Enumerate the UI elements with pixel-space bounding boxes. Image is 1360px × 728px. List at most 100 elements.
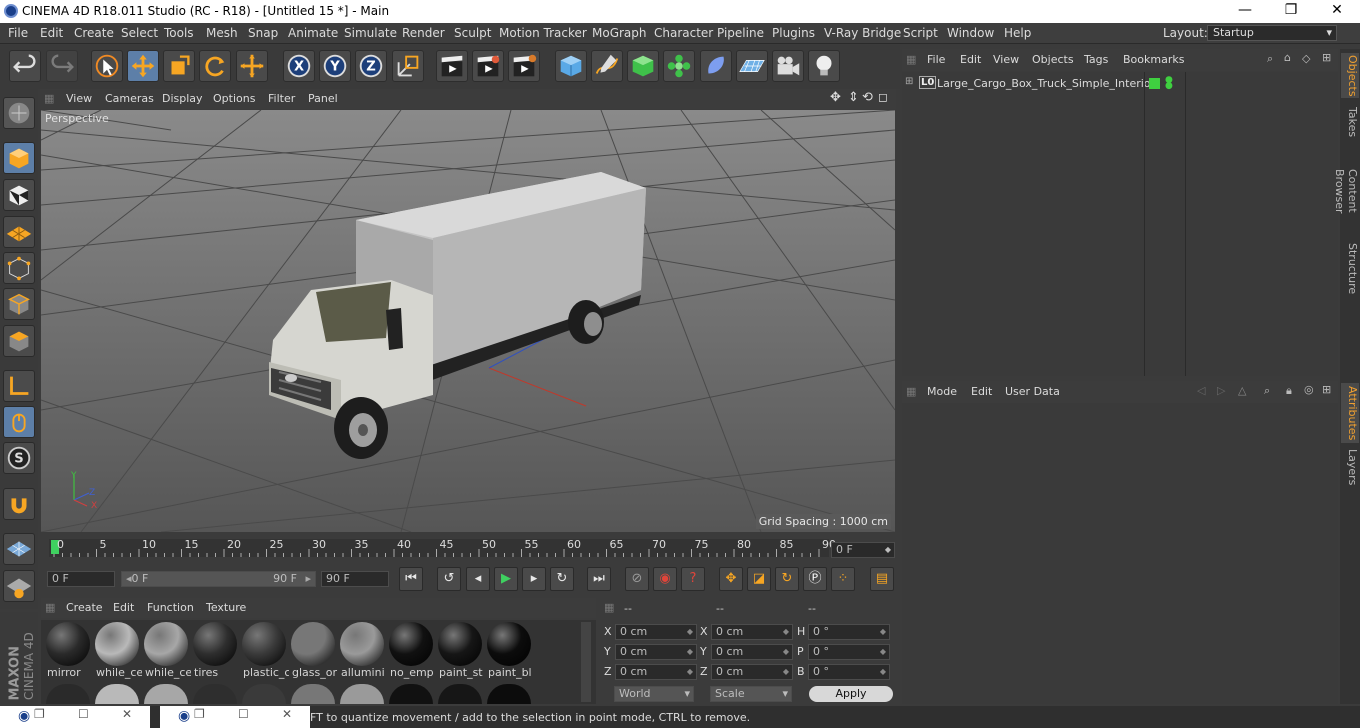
taskbar-thumbnail-2[interactable]: ◉ ❐ ☐ ✕ [160,706,310,728]
coordinate-field[interactable]: 0 cm ◆ [711,624,793,640]
menu-character[interactable]: Character [654,26,713,40]
tweak-mode-button[interactable] [3,406,35,438]
viewport-menu-view[interactable]: View [66,92,92,105]
object-menu-view[interactable]: View [993,53,1019,66]
coordinate-space-dropdown[interactable]: World ▾ [614,686,694,702]
viewport-menu-display[interactable]: Display [162,92,203,105]
viewport-pan-icon[interactable]: ✥ [830,90,841,105]
workplane-mode-button[interactable] [3,216,35,248]
attr-menu-user-data[interactable]: User Data [1005,385,1060,398]
home-icon[interactable]: ⌂ [1284,51,1291,64]
timeline-current-frame-field[interactable]: 0 F ◆ [831,542,895,558]
key-point-level-button[interactable]: ⁘ [831,567,855,591]
object-menu-objects[interactable]: Objects [1032,53,1074,66]
new-panel-icon[interactable]: ⊞ [1322,51,1331,64]
render-view-button[interactable] [436,50,468,82]
visibility-dot-icon[interactable] [1149,78,1160,89]
lock-icon[interactable]: 🔒︎ [1286,384,1292,398]
key-position-button[interactable]: ✥ [719,567,743,591]
menu-vray-bridge[interactable]: V-Ray Bridge [824,26,901,40]
menu-sculpt[interactable]: Sculpt [454,26,491,40]
expand-icon[interactable]: ⊞ [905,76,913,87]
menu-render[interactable]: Render [402,26,445,40]
menu-select[interactable]: Select [121,26,158,40]
material-preview-sphere[interactable] [193,684,237,704]
key-parameter-button[interactable]: Ⓟ [803,567,827,591]
render-picture-viewer-button[interactable] [472,50,504,82]
axis-mode-button[interactable] [3,370,35,402]
drag-handle-icon[interactable]: ▦ [906,385,916,398]
model-mode-button[interactable] [3,142,35,174]
go-to-start-button[interactable]: ⏮ [399,567,423,591]
menu-motion-tracker[interactable]: Motion Tracker [499,26,587,40]
coordinate-field[interactable]: 0 ° ◆ [808,664,890,680]
add-generator-button[interactable] [627,50,659,82]
add-mograph-button[interactable] [663,50,695,82]
menu-plugins[interactable]: Plugins [772,26,815,40]
menu-simulate[interactable]: Simulate [344,26,397,40]
object-menu-bookmarks[interactable]: Bookmarks [1123,53,1184,66]
transform-mode-dropdown[interactable]: Scale ▾ [710,686,792,702]
material-swatch[interactable]: paint_st [437,620,483,682]
menu-create[interactable]: Create [74,26,114,40]
magnet-button[interactable] [3,488,35,520]
workplane-grid-button[interactable] [3,570,35,602]
material-menu-create[interactable]: Create [66,601,103,614]
material-preview-sphere[interactable] [340,684,384,704]
material-swatch[interactable]: while_ce [94,620,142,682]
lock-workplane-button[interactable] [3,533,35,565]
menu-script[interactable]: Script [903,26,938,40]
z-axis-button[interactable]: Z [355,50,387,82]
material-preview-sphere[interactable] [46,684,90,704]
record-keys-button[interactable]: ⊘ [625,567,649,591]
tab-content-browser[interactable]: Content Browser [1333,146,1359,236]
viewport-menu-filter[interactable]: Filter [268,92,295,105]
viewport-zoom-icon[interactable]: ⇕ [848,90,859,105]
tab-objects[interactable]: Objects [1341,53,1359,98]
add-spline-button[interactable] [591,50,623,82]
recent-tool-button[interactable] [236,50,268,82]
material-preview-sphere[interactable] [242,684,286,704]
add-floor-button[interactable] [736,50,768,82]
add-light-button[interactable] [808,50,840,82]
material-preview-sphere[interactable] [291,684,335,704]
coordinate-field[interactable]: 0 cm ◆ [711,644,793,660]
next-key-button[interactable]: ↻ [550,567,574,591]
y-axis-button[interactable]: Y [319,50,351,82]
move-tool-button[interactable] [127,50,159,82]
coordinate-field[interactable]: 0 cm ◆ [615,664,697,680]
search-icon[interactable]: ⌕ [1267,52,1273,66]
material-swatch[interactable]: while_ce [143,620,191,682]
minimize-button[interactable]: — [1222,0,1268,23]
object-menu-file[interactable]: File [927,53,945,66]
maximize-icon[interactable]: ☐ [238,707,249,721]
menu-edit[interactable]: Edit [40,26,63,40]
perspective-viewport[interactable]: Y Z X Perspective Grid Spacing : 1000 cm [41,110,895,532]
undo-button[interactable] [9,50,41,82]
target-icon[interactable]: ◎ [1304,383,1314,396]
polygons-mode-button[interactable] [3,325,35,357]
render-settings-button[interactable] [508,50,540,82]
back-arrow-icon[interactable]: ◁ [1197,384,1205,397]
menu-mograph[interactable]: MoGraph [592,26,647,40]
maximize-button[interactable]: ❐ [1268,0,1314,23]
viewport-maximize-icon[interactable]: ◻ [878,90,888,104]
material-swatch[interactable]: paint_bl [486,620,532,682]
material-menu-function[interactable]: Function [147,601,194,614]
restore-icon[interactable]: ❐ [194,707,205,721]
attr-menu-mode[interactable]: Mode [927,385,957,398]
layer-toggle-icon[interactable]: ◇ [1302,52,1310,65]
material-preview-sphere[interactable] [487,684,531,704]
taskbar-thumbnail-1[interactable]: ◉ ❐ ☐ ✕ [0,706,150,728]
tab-takes[interactable]: Takes [1341,104,1359,140]
menu-mesh[interactable]: Mesh [206,26,238,40]
close-icon[interactable]: ✕ [122,707,132,721]
layout-dropdown[interactable]: Startup ▾ [1207,25,1337,41]
viewport-rotate-icon[interactable]: ⟲ [862,90,873,105]
maximize-icon[interactable]: ☐ [78,707,89,721]
menu-window[interactable]: Window [947,26,994,40]
viewport-menu-cameras[interactable]: Cameras [105,92,154,105]
up-arrow-icon[interactable]: △ [1238,384,1246,397]
coordinate-system-button[interactable] [392,50,424,82]
search-icon[interactable]: ⌕ [1264,384,1270,398]
